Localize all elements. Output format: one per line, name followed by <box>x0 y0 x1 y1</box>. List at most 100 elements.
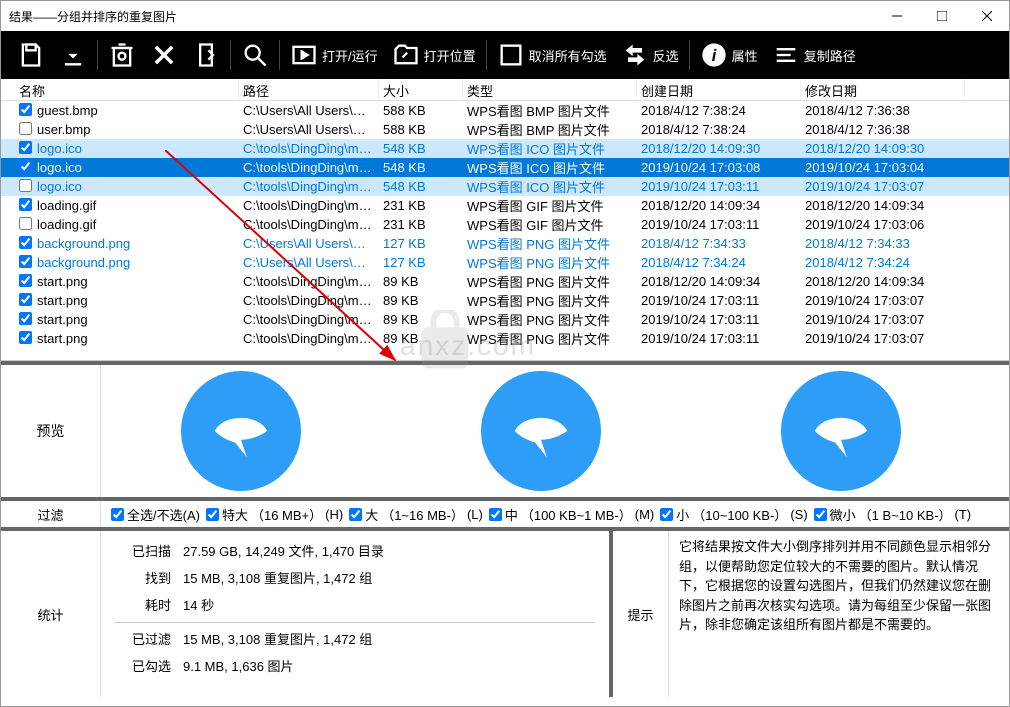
table-row[interactable]: guest.bmpC:\Users\All Users\Micr...588 K… <box>1 101 1009 120</box>
row-checkbox[interactable] <box>19 331 32 344</box>
col-cdate[interactable]: 创建日期 <box>637 79 801 100</box>
row-checkbox[interactable] <box>19 179 32 192</box>
cell-cdate: 2019/10/24 17:03:11 <box>637 179 801 194</box>
preview-thumb[interactable] <box>781 371 901 491</box>
filter-l-checkbox[interactable] <box>349 508 362 521</box>
cell-type: WPS看图 PNG 图片文件 <box>463 272 637 291</box>
close-button[interactable] <box>964 1 1009 31</box>
table-row[interactable]: background.pngC:\Users\All Users\Micr...… <box>1 253 1009 272</box>
row-checkbox[interactable] <box>19 274 32 287</box>
cell-type: WPS看图 ICO 图片文件 <box>463 158 637 177</box>
preview-thumb[interactable] <box>481 371 601 491</box>
table-row[interactable]: loading.gifC:\tools\DingDing\mai...231 K… <box>1 215 1009 234</box>
filter-s-checkbox[interactable] <box>660 508 673 521</box>
cell-mdate: 2018/4/12 7:34:33 <box>801 236 965 251</box>
table-row[interactable]: logo.icoC:\tools\DingDing\mai...548 KBWP… <box>1 139 1009 158</box>
preview-panel: 预览 <box>1 361 1009 497</box>
svg-text:i: i <box>711 47 716 65</box>
filter-xl-checkbox[interactable] <box>206 508 219 521</box>
cell-mdate: 2018/4/12 7:34:24 <box>801 255 965 270</box>
file-table: 名称 路径 大小 类型 创建日期 修改日期 guest.bmpC:\Users\… <box>1 79 1009 361</box>
copy-path-button[interactable]: 复制路径 <box>766 35 862 75</box>
cell-size: 89 KB <box>379 293 463 308</box>
properties-button[interactable]: i属性 <box>694 35 764 75</box>
cell-size: 548 KB <box>379 141 463 156</box>
cell-mdate: 2019/10/24 17:03:07 <box>801 312 965 327</box>
row-checkbox[interactable] <box>19 141 32 154</box>
cell-cdate: 2018/12/20 14:09:30 <box>637 141 801 156</box>
row-checkbox[interactable] <box>19 255 32 268</box>
minimize-button[interactable] <box>874 1 919 31</box>
cell-size: 89 KB <box>379 312 463 327</box>
cell-name: start.png <box>33 312 239 327</box>
cell-name: logo.ico <box>33 141 239 156</box>
row-checkbox[interactable] <box>19 293 32 306</box>
col-name[interactable]: 名称 <box>15 79 239 100</box>
cell-mdate: 2019/10/24 17:03:06 <box>801 217 965 232</box>
maximize-button[interactable] <box>919 1 964 31</box>
delete-button[interactable] <box>144 35 184 75</box>
cell-path: C:\tools\DingDing\mai... <box>239 312 379 327</box>
table-row[interactable]: start.pngC:\tools\DingDing\mai...89 KBWP… <box>1 329 1009 348</box>
table-row[interactable]: start.pngC:\tools\DingDing\mai...89 KBWP… <box>1 291 1009 310</box>
window-title: 结果——分组并排序的重复图片 <box>9 8 874 25</box>
save-button[interactable] <box>11 35 51 75</box>
table-row[interactable]: background.pngC:\Users\All Users\Micr...… <box>1 234 1009 253</box>
filter-t-checkbox[interactable] <box>814 508 827 521</box>
col-mdate[interactable]: 修改日期 <box>801 79 965 100</box>
cell-size: 231 KB <box>379 198 463 213</box>
cell-mdate: 2018/12/20 14:09:34 <box>801 198 965 213</box>
cell-cdate: 2018/4/12 7:34:33 <box>637 236 801 251</box>
table-row[interactable]: logo.icoC:\tools\DingDing\mai...548 KBWP… <box>1 158 1009 177</box>
cell-size: 588 KB <box>379 103 463 118</box>
cell-cdate: 2018/4/12 7:38:24 <box>637 103 801 118</box>
cell-mdate: 2018/4/12 7:36:38 <box>801 103 965 118</box>
row-checkbox[interactable] <box>19 236 32 249</box>
cell-cdate: 2018/12/20 14:09:34 <box>637 274 801 289</box>
row-checkbox[interactable] <box>19 198 32 211</box>
filter-all-checkbox[interactable] <box>111 508 124 521</box>
search-button[interactable] <box>235 35 275 75</box>
cell-type: WPS看图 PNG 图片文件 <box>463 253 637 272</box>
table-row[interactable]: start.pngC:\tools\DingDing\mai...89 KBWP… <box>1 272 1009 291</box>
col-type[interactable]: 类型 <box>463 79 637 100</box>
uncheck-all-button[interactable]: 取消所有勾选 <box>491 35 613 75</box>
row-checkbox[interactable] <box>19 122 32 135</box>
col-size[interactable]: 大小 <box>379 79 463 100</box>
recycle-button[interactable] <box>102 35 142 75</box>
cell-size: 127 KB <box>379 255 463 270</box>
table-row[interactable]: loading.gifC:\tools\DingDing\mai...231 K… <box>1 196 1009 215</box>
filter-m-checkbox[interactable] <box>489 508 502 521</box>
cell-name: user.bmp <box>33 122 239 137</box>
cell-size: 588 KB <box>379 122 463 137</box>
table-row[interactable]: logo.icoC:\tools\DingDing\mai...548 KBWP… <box>1 177 1009 196</box>
cell-mdate: 2019/10/24 17:03:07 <box>801 179 965 194</box>
preview-thumb[interactable] <box>181 371 301 491</box>
col-path[interactable]: 路径 <box>239 79 379 100</box>
cell-type: WPS看图 GIF 图片文件 <box>463 215 637 234</box>
bottom-panel: 统计 已扫描27.59 GB, 14,249 文件, 1,470 目录 找到15… <box>1 527 1009 697</box>
open-run-button[interactable]: 打开/运行 <box>284 35 384 75</box>
cell-path: C:\tools\DingDing\mai... <box>239 217 379 232</box>
invert-button[interactable]: 反选 <box>615 35 685 75</box>
cell-name: logo.ico <box>33 160 239 175</box>
cell-name: loading.gif <box>33 198 239 213</box>
cell-type: WPS看图 BMP 图片文件 <box>463 101 637 120</box>
cell-name: start.png <box>33 331 239 346</box>
row-checkbox[interactable] <box>19 312 32 325</box>
cell-path: C:\tools\DingDing\mai... <box>239 293 379 308</box>
cell-cdate: 2018/12/20 14:09:34 <box>637 198 801 213</box>
cell-type: WPS看图 GIF 图片文件 <box>463 196 637 215</box>
row-checkbox[interactable] <box>19 160 32 173</box>
cell-path: C:\Users\All Users\Micr... <box>239 122 379 137</box>
row-checkbox[interactable] <box>19 103 32 116</box>
table-row[interactable]: start.pngC:\tools\DingDing\mai...89 KBWP… <box>1 310 1009 329</box>
cell-mdate: 2019/10/24 17:03:07 <box>801 293 965 308</box>
table-row[interactable]: user.bmpC:\Users\All Users\Micr...588 KB… <box>1 120 1009 139</box>
move-button[interactable] <box>186 35 226 75</box>
row-checkbox[interactable] <box>19 217 32 230</box>
open-location-button[interactable]: 打开位置 <box>386 35 482 75</box>
cell-mdate: 2018/4/12 7:36:38 <box>801 122 965 137</box>
cell-name: background.png <box>33 236 239 251</box>
download-button[interactable] <box>53 35 93 75</box>
